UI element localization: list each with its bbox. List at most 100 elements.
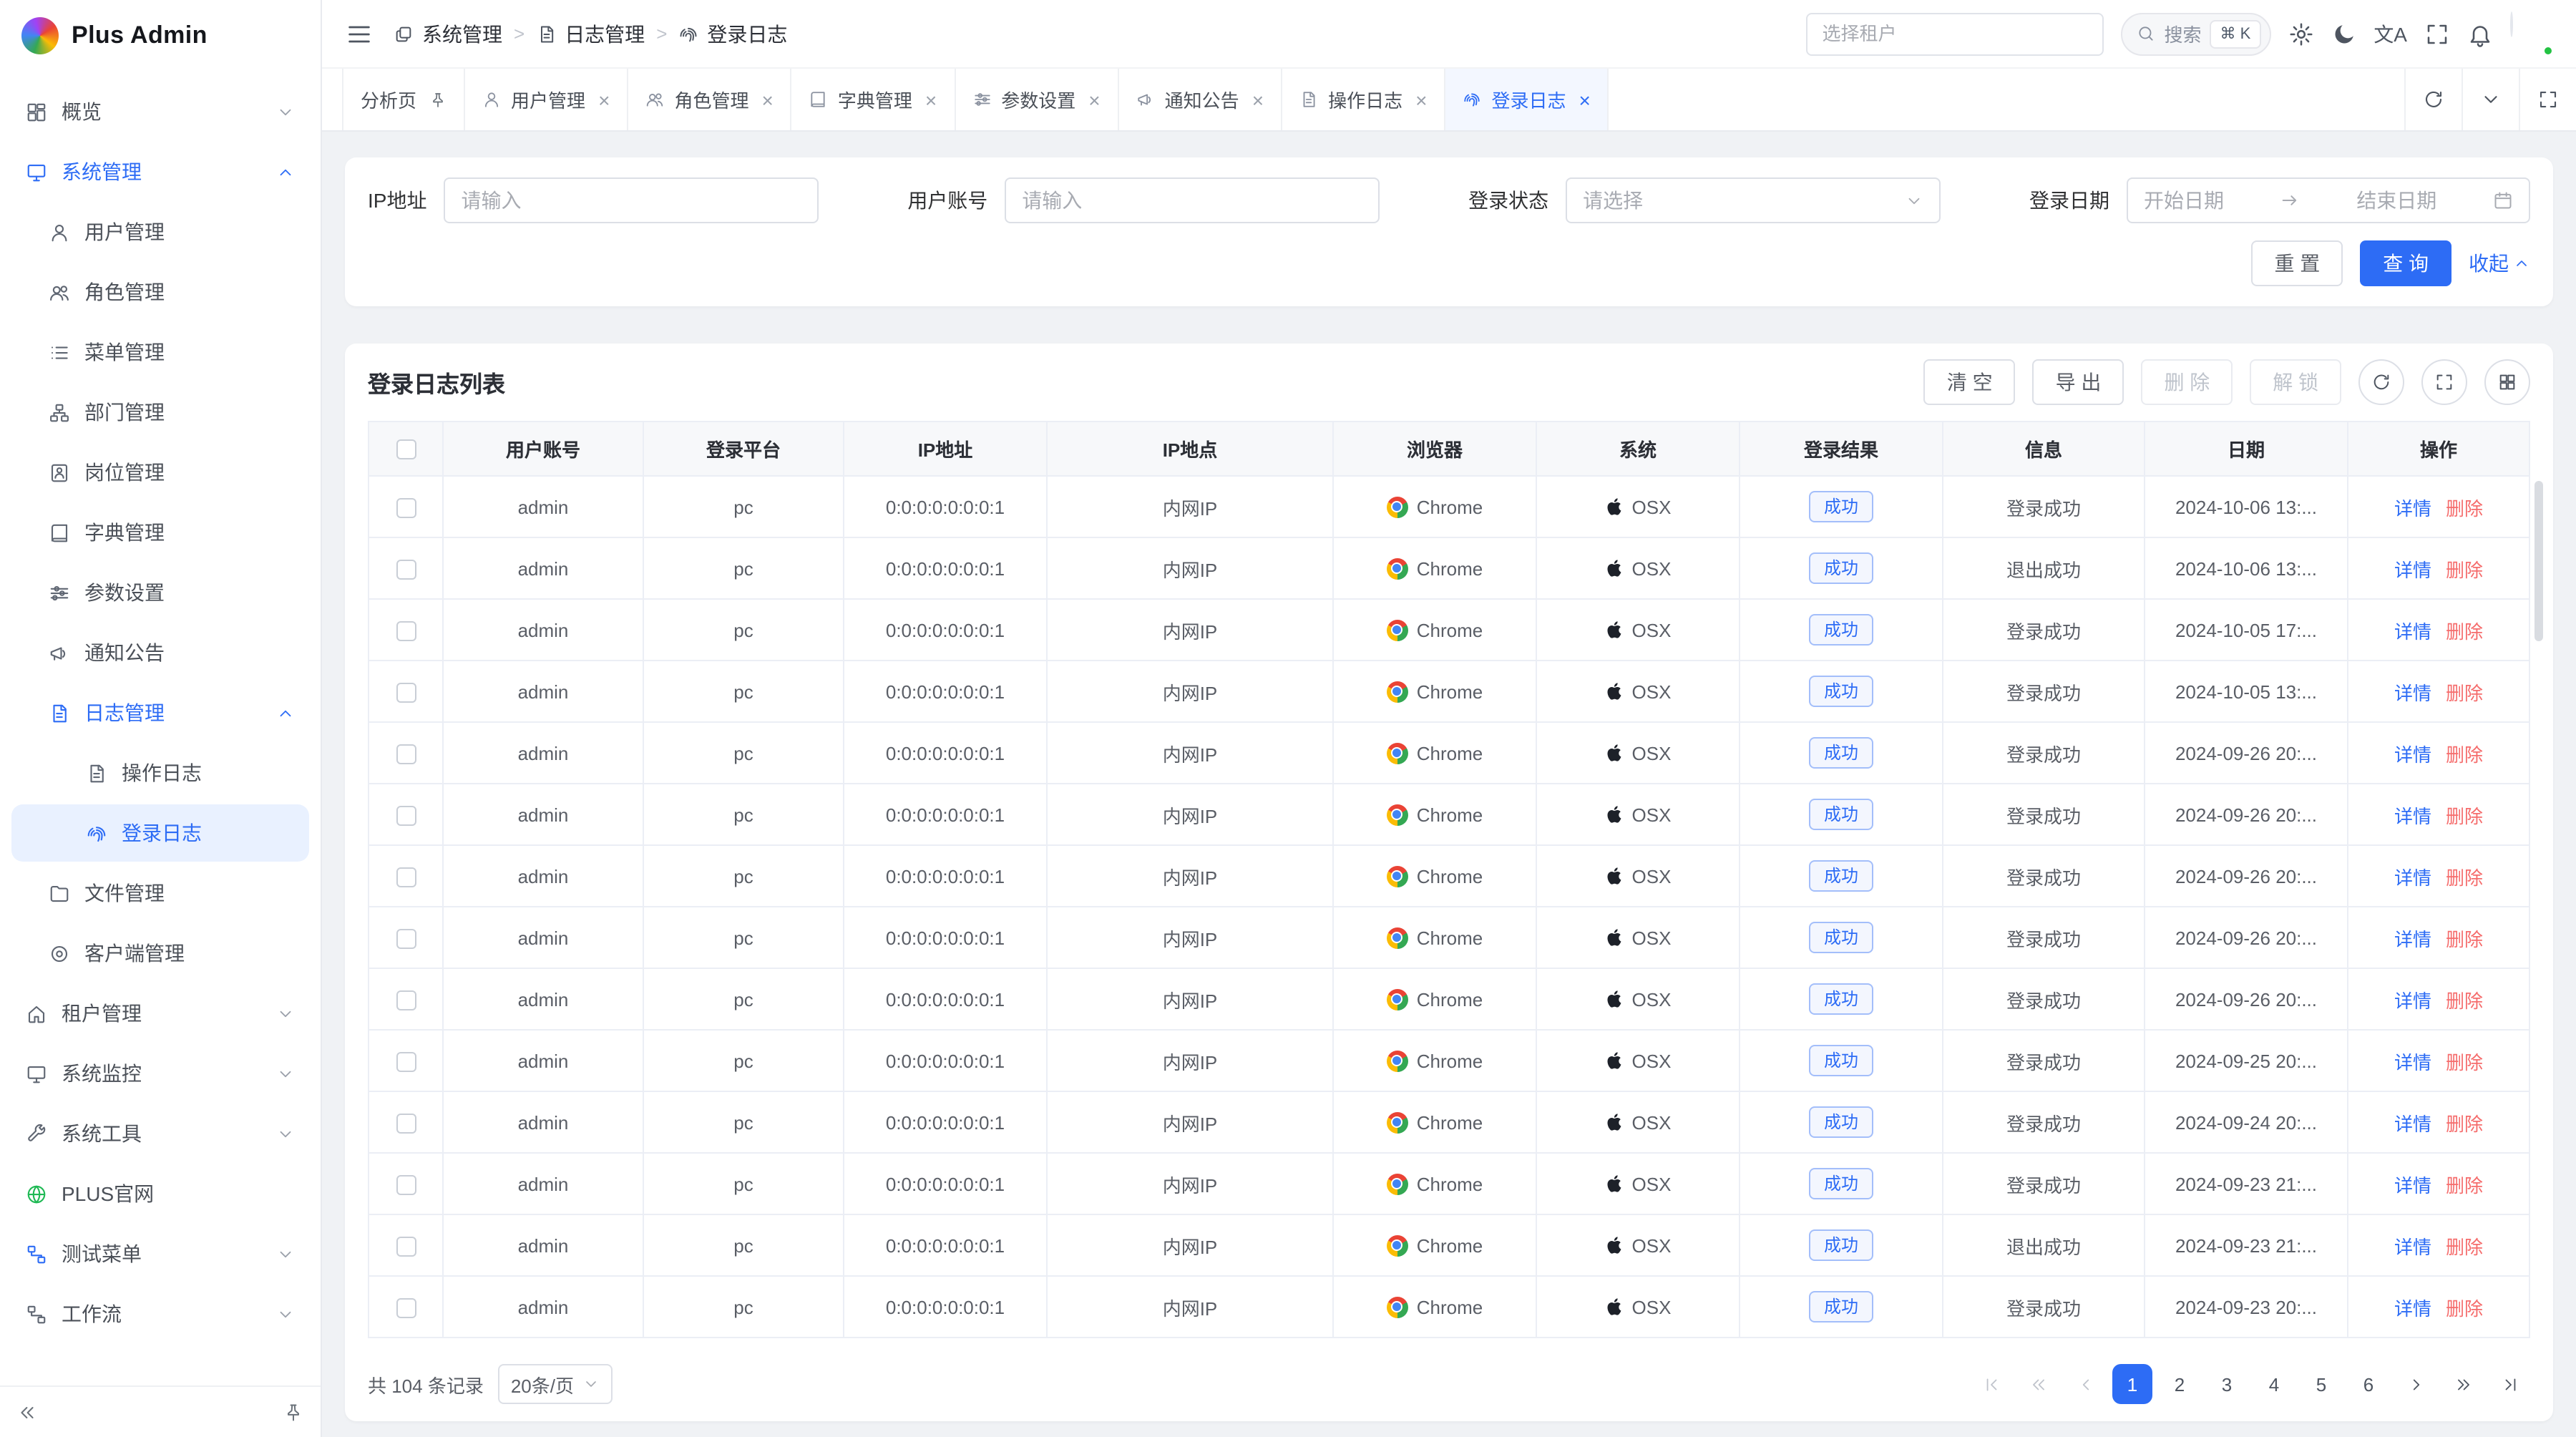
row-checkbox[interactable] [396,990,416,1010]
tab[interactable]: 分析页 [342,69,465,130]
detail-link[interactable]: 详情 [2394,990,2431,1011]
detail-link[interactable]: 详情 [2394,1113,2431,1134]
detail-link[interactable]: 详情 [2394,744,2431,765]
breadcrumb-item-login-log[interactable]: 登录日志 [678,19,787,48]
close-tab-icon[interactable]: × [925,89,937,109]
tenant-select[interactable] [1806,12,2104,55]
tab-menu-chevron-button[interactable] [2462,69,2519,130]
detail-link[interactable]: 详情 [2394,867,2431,888]
sidebar-item[interactable]: 租户管理 [11,985,309,1042]
unlock-button[interactable]: 解 锁 [2250,359,2341,405]
refresh-table-button[interactable] [2358,359,2404,405]
select-all-checkbox[interactable] [396,440,416,460]
menu-toggle-icon[interactable] [345,19,374,48]
row-checkbox[interactable] [396,1175,416,1195]
page-button-5[interactable]: 5 [2301,1364,2341,1404]
sidebar-item[interactable]: 参数设置 [11,564,309,621]
row-checkbox[interactable] [396,560,416,580]
status-select[interactable]: 请选择 [1566,177,1941,223]
tab[interactable]: 操作日志 × [1282,69,1445,130]
page-button-4[interactable]: 4 [2254,1364,2294,1404]
global-search[interactable]: 搜索 ⌘ K [2121,12,2270,55]
table-fullscreen-button[interactable] [2421,359,2467,405]
dark-mode-moon-icon[interactable] [2331,21,2356,47]
detail-link[interactable]: 详情 [2394,559,2431,580]
account-input[interactable] [1005,177,1380,223]
row-checkbox[interactable] [396,1052,416,1072]
delete-link[interactable]: 删除 [2446,867,2483,888]
sidebar-item[interactable]: 部门管理 [11,384,309,441]
tab[interactable]: 参数设置 × [955,69,1118,130]
row-checkbox[interactable] [396,929,416,949]
delete-link[interactable]: 删除 [2446,1297,2483,1319]
sidebar-item[interactable]: 字典管理 [11,504,309,561]
fullscreen-icon[interactable] [2424,21,2450,47]
detail-link[interactable]: 详情 [2394,497,2431,519]
row-checkbox[interactable] [396,621,416,641]
ip-input[interactable] [444,177,819,223]
clear-button[interactable]: 清 空 [1924,359,2016,405]
sidebar-item[interactable]: PLUS官网 [11,1165,309,1222]
sidebar-item[interactable]: 客户端管理 [11,925,309,982]
detail-link[interactable]: 详情 [2394,1174,2431,1196]
date-range-picker[interactable]: 开始日期 结束日期 [2127,177,2530,223]
sidebar-item[interactable]: 角色管理 [11,263,309,321]
delete-link[interactable]: 删除 [2446,682,2483,703]
page-button-2[interactable]: 2 [2160,1364,2200,1404]
refresh-tab-button[interactable] [2404,69,2462,130]
delete-button[interactable]: 删 除 [2141,359,2233,405]
table-scrollbar-thumb[interactable] [2534,481,2543,641]
tab[interactable]: 登录日志 × [1445,69,1609,130]
first-page-button[interactable] [1971,1364,2011,1404]
pin-sidebar-icon[interactable] [283,1402,303,1422]
detail-link[interactable]: 详情 [2394,805,2431,827]
sidebar-item[interactable]: 日志管理 [11,684,309,741]
sidebar-item[interactable]: 系统管理 [11,143,309,200]
close-tab-icon[interactable]: × [761,89,773,109]
delete-link[interactable]: 删除 [2446,805,2483,827]
detail-link[interactable]: 详情 [2394,1236,2431,1257]
sidebar-item[interactable]: 概览 [11,83,309,140]
collapse-filter-link[interactable]: 收起 [2469,249,2530,278]
sidebar-item[interactable]: 用户管理 [11,203,309,260]
page-button-6[interactable]: 6 [2348,1364,2389,1404]
detail-link[interactable]: 详情 [2394,1051,2431,1073]
close-tab-icon[interactable]: × [598,89,610,109]
close-tab-icon[interactable]: × [1579,89,1591,109]
page-size-select[interactable]: 20条/页 [498,1364,613,1404]
tab[interactable]: 角色管理 × [628,69,791,130]
translate-icon[interactable]: 文A [2373,24,2407,44]
row-checkbox[interactable] [396,1237,416,1257]
delete-link[interactable]: 删除 [2446,744,2483,765]
export-button[interactable]: 导 出 [2033,359,2124,405]
delete-link[interactable]: 删除 [2446,1051,2483,1073]
settings-gear-icon[interactable] [2288,21,2313,47]
sidebar-item[interactable]: 测试菜单 [11,1225,309,1282]
notifications-bell-icon[interactable] [2467,21,2493,47]
close-tab-icon[interactable]: × [1088,89,1100,109]
next-page-button[interactable] [2396,1364,2436,1404]
pin-icon[interactable] [429,91,447,108]
sidebar-item[interactable]: 系统监控 [11,1045,309,1102]
row-checkbox[interactable] [396,1114,416,1134]
delete-link[interactable]: 删除 [2446,559,2483,580]
column-settings-button[interactable] [2484,359,2530,405]
last-page-button[interactable] [2490,1364,2530,1404]
collapse-sidebar-icon[interactable] [17,1402,37,1422]
page-button-3[interactable]: 3 [2207,1364,2247,1404]
row-checkbox[interactable] [396,806,416,826]
delete-link[interactable]: 删除 [2446,497,2483,519]
sidebar-item[interactable]: 文件管理 [11,864,309,922]
delete-link[interactable]: 删除 [2446,928,2483,950]
detail-link[interactable]: 详情 [2394,620,2431,642]
tab[interactable]: 通知公告 × [1119,69,1282,130]
detail-link[interactable]: 详情 [2394,682,2431,703]
detail-link[interactable]: 详情 [2394,928,2431,950]
sidebar-item[interactable]: 菜单管理 [11,323,309,381]
sidebar-item[interactable]: 工作流 [11,1285,309,1343]
delete-link[interactable]: 删除 [2446,1174,2483,1196]
detail-link[interactable]: 详情 [2394,1297,2431,1319]
sidebar-item[interactable]: 系统工具 [11,1105,309,1162]
page-button-1[interactable]: 1 [2112,1364,2152,1404]
close-tab-icon[interactable]: × [1415,89,1427,109]
